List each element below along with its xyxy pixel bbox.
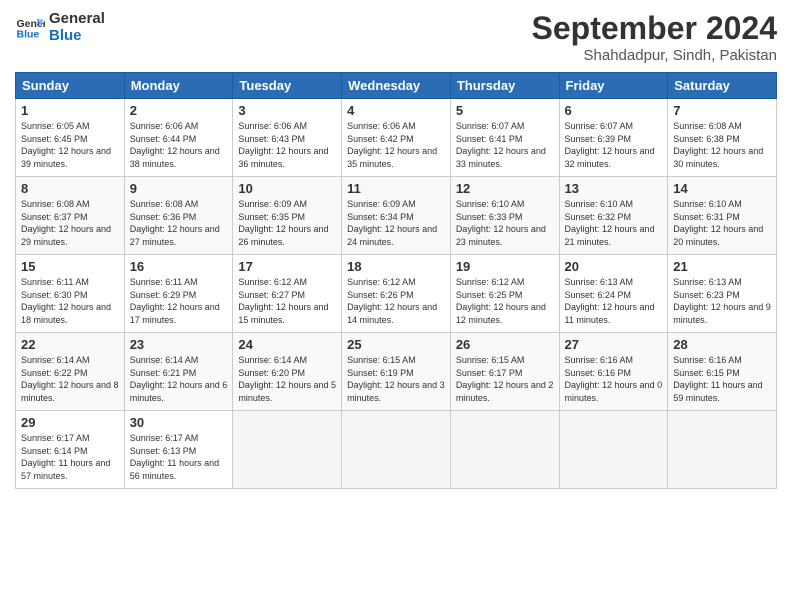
table-row: 24Sunrise: 6:14 AM Sunset: 6:20 PM Dayli… — [233, 333, 342, 411]
logo-text-general: General — [49, 10, 105, 27]
title-block: September 2024 Shahdadpur, Sindh, Pakist… — [532, 10, 777, 64]
table-row: 1Sunrise: 6:05 AM Sunset: 6:45 PM Daylig… — [16, 99, 125, 177]
col-sunday: Sunday — [16, 73, 125, 99]
table-row — [342, 411, 451, 489]
table-row: 19Sunrise: 6:12 AM Sunset: 6:25 PM Dayli… — [450, 255, 559, 333]
table-row: 14Sunrise: 6:10 AM Sunset: 6:31 PM Dayli… — [668, 177, 777, 255]
col-monday: Monday — [124, 73, 233, 99]
table-row: 2Sunrise: 6:06 AM Sunset: 6:44 PM Daylig… — [124, 99, 233, 177]
table-row: 21Sunrise: 6:13 AM Sunset: 6:23 PM Dayli… — [668, 255, 777, 333]
header-row: Sunday Monday Tuesday Wednesday Thursday… — [16, 73, 777, 99]
calendar-week-row: 29Sunrise: 6:17 AM Sunset: 6:14 PM Dayli… — [16, 411, 777, 489]
table-row: 9Sunrise: 6:08 AM Sunset: 6:36 PM Daylig… — [124, 177, 233, 255]
table-row: 27Sunrise: 6:16 AM Sunset: 6:16 PM Dayli… — [559, 333, 668, 411]
header: General Blue General Blue September 2024… — [15, 10, 777, 64]
table-row — [668, 411, 777, 489]
table-row — [450, 411, 559, 489]
location-subtitle: Shahdadpur, Sindh, Pakistan — [532, 47, 777, 64]
table-row: 12Sunrise: 6:10 AM Sunset: 6:33 PM Dayli… — [450, 177, 559, 255]
table-row: 30Sunrise: 6:17 AM Sunset: 6:13 PM Dayli… — [124, 411, 233, 489]
table-row: 23Sunrise: 6:14 AM Sunset: 6:21 PM Dayli… — [124, 333, 233, 411]
table-row: 29Sunrise: 6:17 AM Sunset: 6:14 PM Dayli… — [16, 411, 125, 489]
calendar-week-row: 15Sunrise: 6:11 AM Sunset: 6:30 PM Dayli… — [16, 255, 777, 333]
page-container: General Blue General Blue September 2024… — [0, 0, 792, 499]
table-row: 26Sunrise: 6:15 AM Sunset: 6:17 PM Dayli… — [450, 333, 559, 411]
table-row: 6Sunrise: 6:07 AM Sunset: 6:39 PM Daylig… — [559, 99, 668, 177]
table-row: 4Sunrise: 6:06 AM Sunset: 6:42 PM Daylig… — [342, 99, 451, 177]
table-row: 8Sunrise: 6:08 AM Sunset: 6:37 PM Daylig… — [16, 177, 125, 255]
table-row: 10Sunrise: 6:09 AM Sunset: 6:35 PM Dayli… — [233, 177, 342, 255]
table-row: 7Sunrise: 6:08 AM Sunset: 6:38 PM Daylig… — [668, 99, 777, 177]
table-row: 17Sunrise: 6:12 AM Sunset: 6:27 PM Dayli… — [233, 255, 342, 333]
month-year-title: September 2024 — [532, 10, 777, 47]
logo-text-blue: Blue — [49, 27, 105, 44]
calendar-week-row: 8Sunrise: 6:08 AM Sunset: 6:37 PM Daylig… — [16, 177, 777, 255]
table-row: 22Sunrise: 6:14 AM Sunset: 6:22 PM Dayli… — [16, 333, 125, 411]
logo: General Blue General Blue — [15, 10, 105, 45]
table-row — [233, 411, 342, 489]
calendar-table: Sunday Monday Tuesday Wednesday Thursday… — [15, 72, 777, 489]
table-row: 3Sunrise: 6:06 AM Sunset: 6:43 PM Daylig… — [233, 99, 342, 177]
table-row: 28Sunrise: 6:16 AM Sunset: 6:15 PM Dayli… — [668, 333, 777, 411]
calendar-week-row: 1Sunrise: 6:05 AM Sunset: 6:45 PM Daylig… — [16, 99, 777, 177]
col-wednesday: Wednesday — [342, 73, 451, 99]
calendar-week-row: 22Sunrise: 6:14 AM Sunset: 6:22 PM Dayli… — [16, 333, 777, 411]
col-saturday: Saturday — [668, 73, 777, 99]
table-row — [559, 411, 668, 489]
table-row: 13Sunrise: 6:10 AM Sunset: 6:32 PM Dayli… — [559, 177, 668, 255]
table-row: 16Sunrise: 6:11 AM Sunset: 6:29 PM Dayli… — [124, 255, 233, 333]
table-row: 15Sunrise: 6:11 AM Sunset: 6:30 PM Dayli… — [16, 255, 125, 333]
logo-icon: General Blue — [15, 12, 45, 42]
table-row: 5Sunrise: 6:07 AM Sunset: 6:41 PM Daylig… — [450, 99, 559, 177]
col-tuesday: Tuesday — [233, 73, 342, 99]
svg-text:Blue: Blue — [17, 29, 40, 41]
calendar-body: 1Sunrise: 6:05 AM Sunset: 6:45 PM Daylig… — [16, 99, 777, 489]
col-thursday: Thursday — [450, 73, 559, 99]
table-row: 20Sunrise: 6:13 AM Sunset: 6:24 PM Dayli… — [559, 255, 668, 333]
table-row: 11Sunrise: 6:09 AM Sunset: 6:34 PM Dayli… — [342, 177, 451, 255]
table-row: 25Sunrise: 6:15 AM Sunset: 6:19 PM Dayli… — [342, 333, 451, 411]
col-friday: Friday — [559, 73, 668, 99]
table-row: 18Sunrise: 6:12 AM Sunset: 6:26 PM Dayli… — [342, 255, 451, 333]
